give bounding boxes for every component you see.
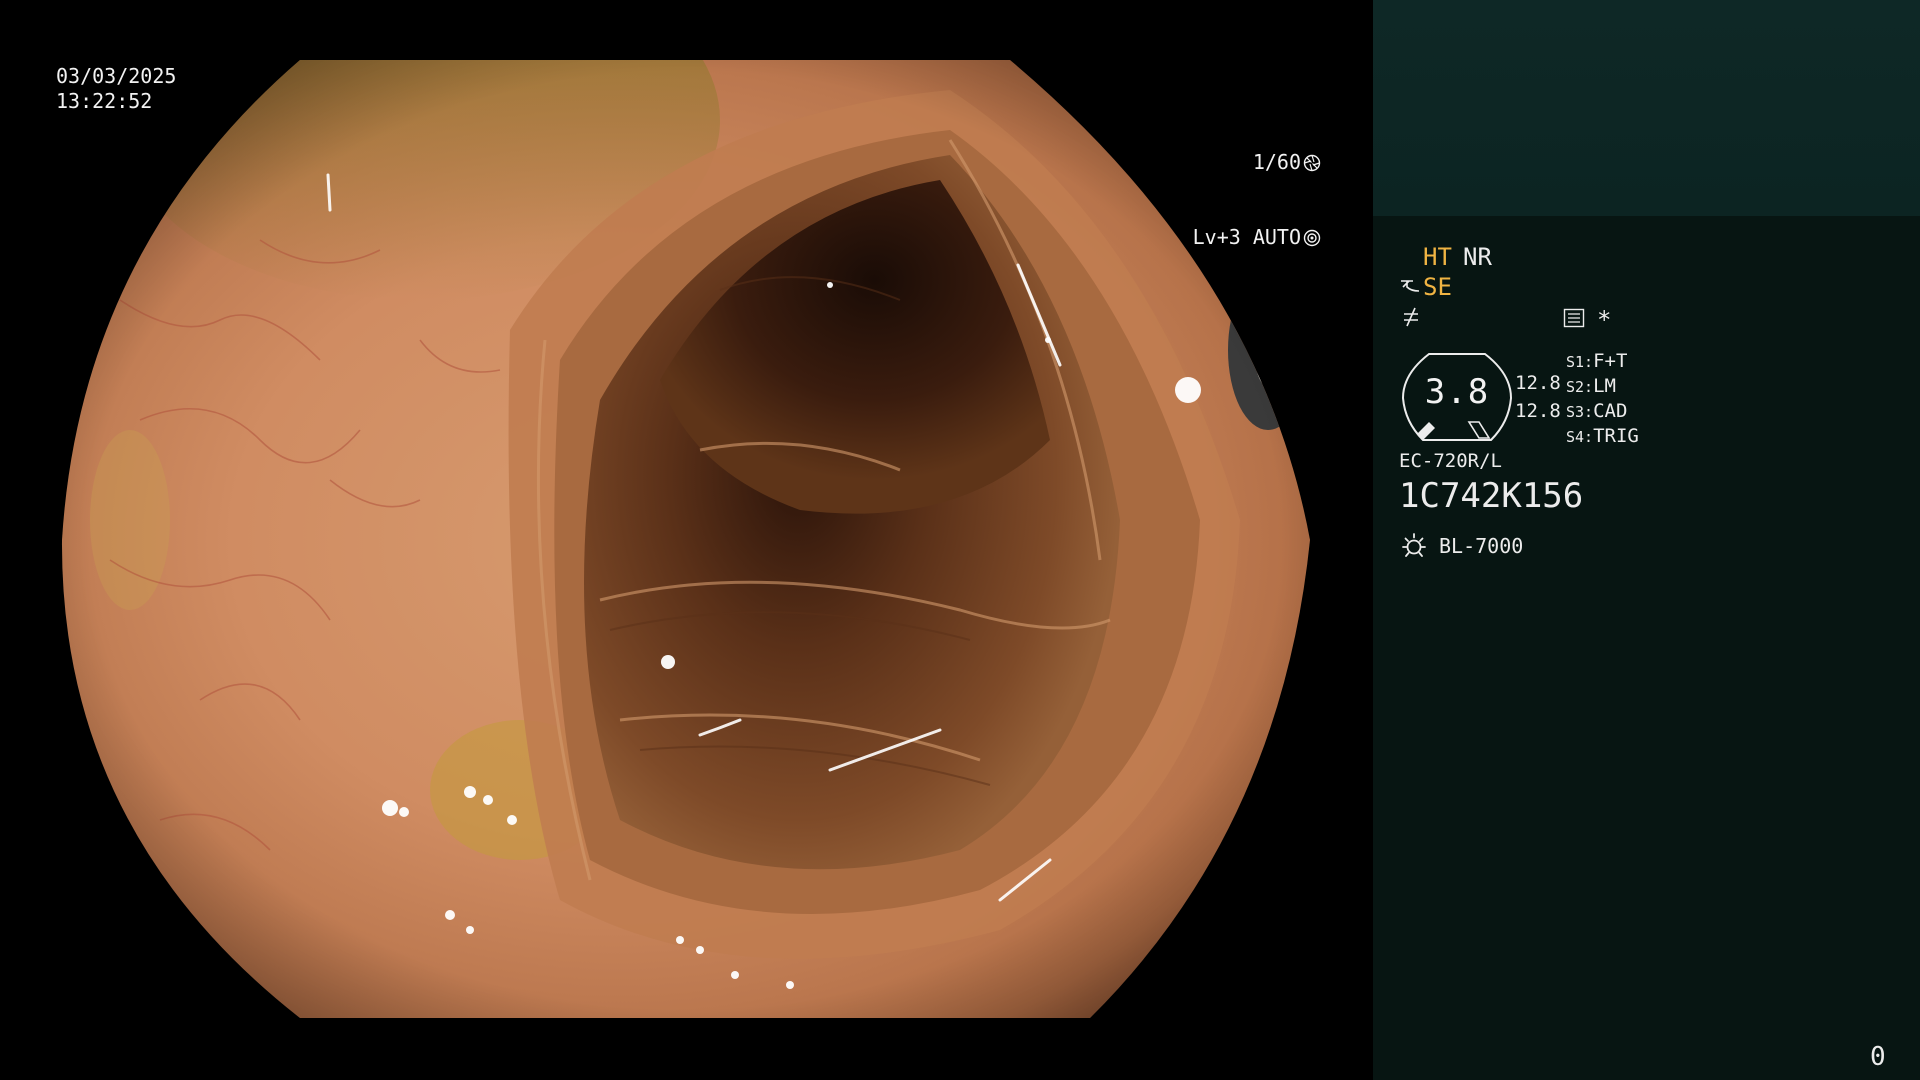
lamp-icon [1402,533,1426,557]
light-source-model: BL-7000 [1439,534,1524,558]
freeze-icon [1404,307,1418,327]
switch-s1: S1:F+T [1566,350,1627,373]
nr-mode-label: NR [1463,243,1492,271]
shutter-speed-text: 1/60 [1252,150,1301,174]
zoom-value: 3.8 [1424,372,1490,412]
scale-top: 12.8 [1515,372,1561,394]
record-icon [1563,308,1585,328]
aperture-icon [1303,154,1321,171]
switch-key: S2: [1566,378,1594,396]
shutter-row: 1/60 [1193,150,1321,175]
brightness-level-text: Lv+3 AUTO [1192,225,1301,249]
switch-key: S1: [1566,353,1594,371]
switch-s2: S2:LM [1566,375,1616,398]
record-mark: * [1597,306,1612,334]
colon-lumen-image [61,60,1310,1018]
se-mode-label: SE [1423,273,1452,301]
info-panel: HT NR SE * 3.8 12.8 12.8 S1:F+T S2:LM S3… [1373,0,1920,1080]
iris-icon [1303,229,1321,246]
date-time-readout: 03/03/2025 13:22:52 [56,64,176,114]
exposure-readout: 1/60 Lv+3 AUTO [1193,100,1321,300]
scale-bottom: 12.8 [1515,400,1561,422]
ht-mode-label: HT [1423,243,1452,271]
time-text: 13:22:52 [56,89,153,113]
switch-value: TRIG [1593,425,1639,447]
endoscopic-view: 03/03/2025 13:22:52 1/60 Lv+3 AUTO [0,0,1373,1080]
level-row: Lv+3 AUTO [1193,225,1321,250]
switch-value: LM [1593,375,1616,397]
date-text: 03/03/2025 [56,64,177,88]
scope-serial: 1C742K156 [1399,476,1584,516]
switch-value: F+T [1593,350,1628,372]
switch-key: S4: [1566,428,1594,446]
switch-s3: S3:CAD [1566,400,1627,423]
switch-value: CAD [1593,400,1628,422]
scope-model: EC-720R/L [1399,450,1502,472]
enhance-icon [1401,280,1420,292]
image-counter: 0 [1870,1042,1886,1072]
endoscope-monitor: 03/03/2025 13:22:52 1/60 Lv+3 AUTO HT NR… [0,0,1920,1080]
switch-key: S3: [1566,403,1594,421]
thumbnail-area [1373,0,1920,216]
switch-s4: S4:TRIG [1566,425,1639,448]
